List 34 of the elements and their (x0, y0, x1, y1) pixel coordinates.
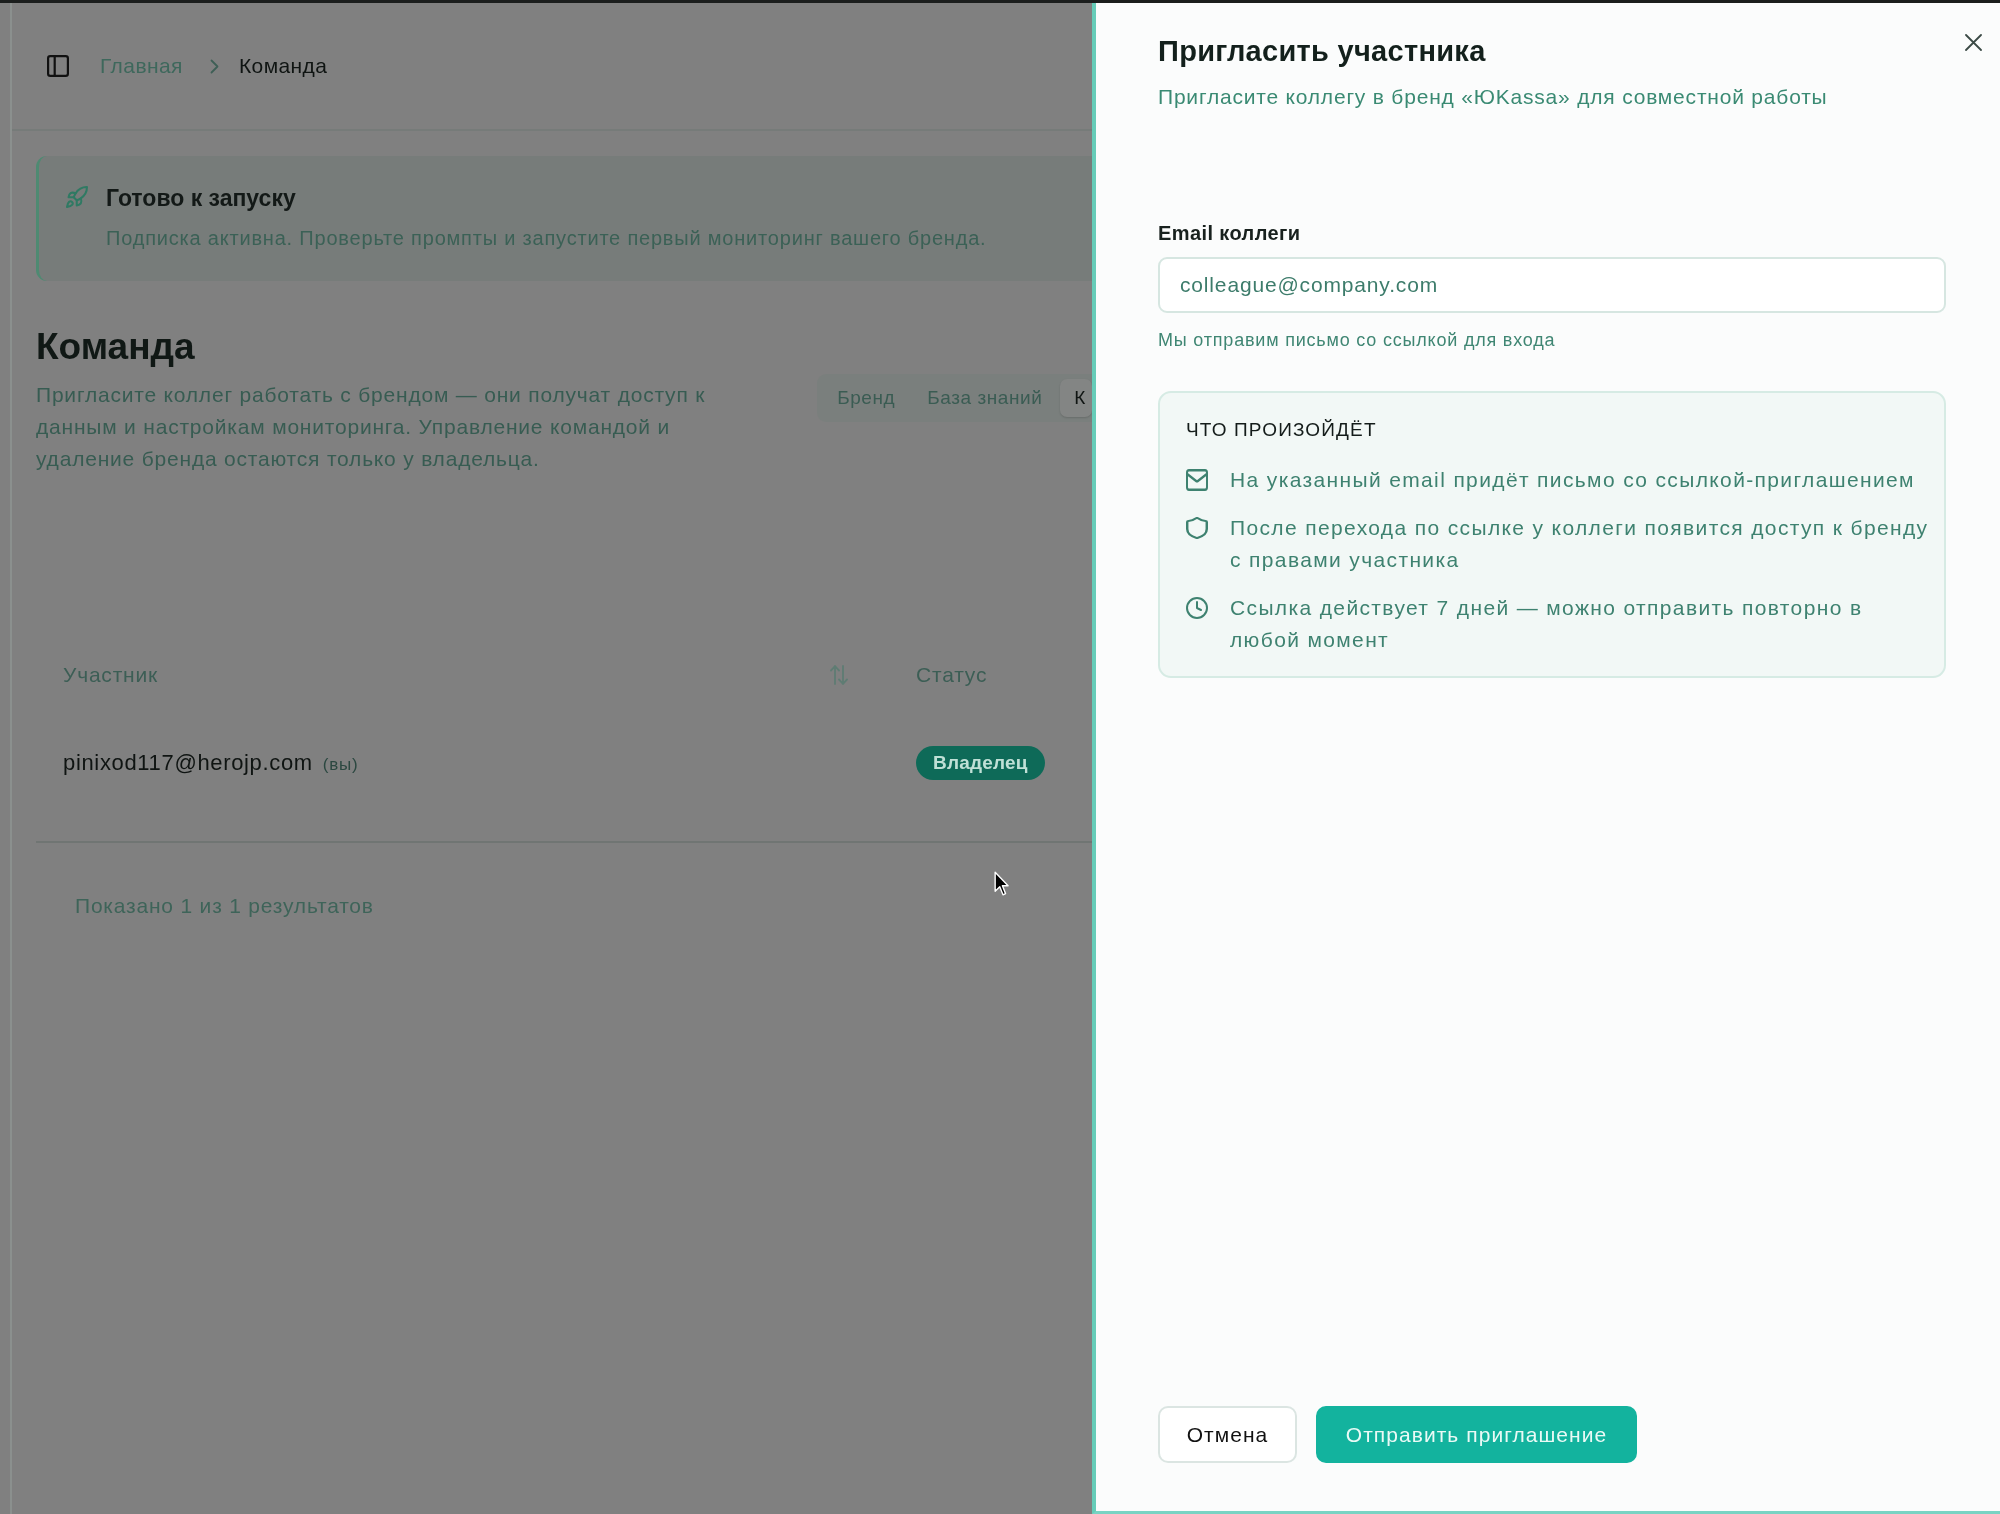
role-badge: Владелец (916, 746, 1045, 780)
breadcrumb-current-page: Команда (238, 53, 328, 80)
send-invite-button[interactable]: Отправить приглашение (1316, 1406, 1637, 1463)
member-email: pinixod117@herojp.com (63, 749, 313, 777)
page-description: Пригласите коллег работать с брендом — они получат доступ к данным и настройкам мониторинга. Управление командой и удаление бренда остаются только у владельца. (36, 382, 707, 472)
results-count: Показано 1 из 1 результатов (75, 893, 374, 919)
rocket-icon (66, 186, 88, 208)
info-heading: ЧТО ПРОИЗОЙДЁТ (1186, 418, 1377, 442)
tab[interactable]: Бренд (823, 379, 910, 417)
column-header: Статус (916, 662, 988, 689)
column-header: Участник (63, 662, 158, 689)
chevron-right-icon (209, 58, 219, 74)
info-text: На указанный email придёт письмо со ссылкой-приглашением (1230, 467, 1915, 493)
dialog-title: Пригласить участника (1158, 34, 1486, 69)
envelope-icon (1186, 469, 1208, 491)
field-label: Email коллеги (1158, 221, 1301, 246)
clock-icon (1186, 597, 1208, 619)
banner-text: Подписка активна. Проверьте промпты и запустите первый мониторинг вашего бренда. (106, 226, 987, 251)
cancel-button[interactable]: Отмена (1158, 1406, 1297, 1463)
close-icon[interactable] (1965, 34, 1982, 51)
breadcrumb-link[interactable]: Главная (100, 50, 183, 82)
tab[interactable]: К (1060, 379, 1092, 417)
field-hint: Мы отправим письмо со ссылкой для входа (1158, 329, 1556, 352)
info-text: Ссылка действует 7 дней — можно отправить повторно в любой момент (1230, 595, 1864, 653)
sidebar-toggle-icon[interactable] (47, 55, 69, 77)
mouse-pointer-icon (994, 871, 1009, 896)
banner-title: Готово к запуску (106, 184, 296, 212)
email-input[interactable]: colleague@company.com (1158, 257, 1946, 313)
tab[interactable]: База знаний (913, 379, 1057, 417)
shield-icon (1186, 517, 1208, 539)
page-title: Команда (36, 325, 195, 369)
dialog-subtitle: Пригласите коллегу в бренд «ЮKassa» для совместной работы (1158, 84, 1828, 110)
you-label: (вы) (322, 754, 359, 776)
info-text: После перехода по ссылке у коллеги появится доступ к бренду с правами участника (1230, 515, 1930, 573)
